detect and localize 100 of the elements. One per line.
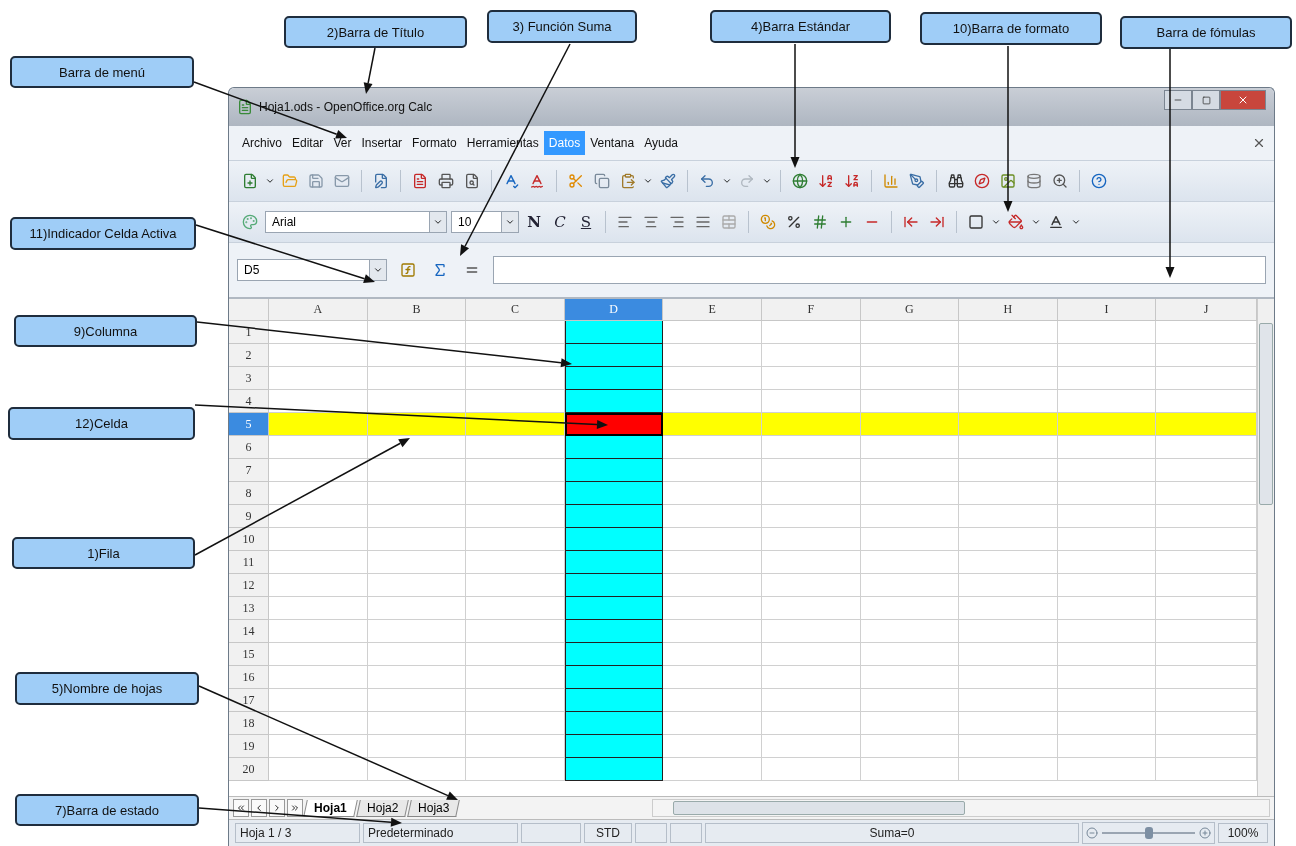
align-center-icon[interactable] [643,214,659,230]
menu-item[interactable]: Ventana [585,131,640,155]
caret-icon[interactable] [265,176,275,186]
merge-cells-icon[interactable] [721,214,737,230]
formula-input[interactable] [493,256,1266,284]
function-icon[interactable] [400,262,416,278]
caret-icon[interactable] [991,217,1001,227]
sort-ascending-icon[interactable] [818,173,834,189]
column-header[interactable]: F [761,299,861,321]
align-justify-icon[interactable] [695,214,711,230]
border-icon[interactable] [968,214,984,230]
horizontal-scrollbar[interactable] [652,799,1270,817]
row-header[interactable]: 11 [229,551,269,574]
row-header[interactable]: 7 [229,459,269,482]
menu-item[interactable]: Ayuda [639,131,683,155]
number-format-icon[interactable] [812,214,828,230]
caret-icon[interactable] [1071,217,1081,227]
row-header[interactable]: 6 [229,436,269,459]
autospell-icon[interactable] [529,173,545,189]
row-header[interactable]: 12 [229,574,269,597]
row-header[interactable]: 3 [229,367,269,390]
pen-icon[interactable] [909,173,925,189]
column-header[interactable]: B [367,299,467,321]
menu-item[interactable]: Archivo [237,131,287,155]
caret-icon[interactable] [1031,217,1041,227]
italic-button[interactable]: C [549,210,571,234]
name-box[interactable]: D5 [237,259,387,281]
paint-bucket-icon[interactable] [1008,214,1024,230]
caret-icon[interactable] [722,176,732,186]
image-icon[interactable] [1000,173,1016,189]
row-header[interactable]: 16 [229,666,269,689]
edit-file-icon[interactable] [373,173,389,189]
bold-button[interactable]: N [523,210,545,234]
corner-cell[interactable] [229,299,269,321]
column-header[interactable]: J [1156,299,1257,321]
coins-icon[interactable] [760,214,776,230]
column-header[interactable]: D [564,299,664,321]
row-header[interactable]: 17 [229,689,269,712]
spellcheck-icon[interactable] [503,173,519,189]
font-size-field[interactable]: 10 [451,211,519,233]
preview-icon[interactable] [464,173,480,189]
row-header[interactable]: 19 [229,735,269,758]
minimize-button[interactable] [1164,90,1192,110]
column-header[interactable]: A [269,299,368,321]
sheet-tab[interactable]: Hoja3 [407,799,461,817]
percent-icon[interactable] [786,214,802,230]
font-name-field[interactable]: Arial [265,211,447,233]
palette-icon[interactable] [242,214,258,230]
row-header[interactable]: 10 [229,528,269,551]
column-header[interactable]: H [959,299,1058,321]
vertical-scrollbar[interactable] [1257,299,1274,796]
sort-descending-icon[interactable] [844,173,860,189]
chart-icon[interactable] [883,173,899,189]
help-icon[interactable] [1091,173,1107,189]
row-header[interactable]: 8 [229,482,269,505]
last-sheet-button[interactable] [287,799,303,817]
row-header[interactable]: 5 [229,413,269,436]
first-sheet-button[interactable] [233,799,249,817]
binoculars-icon[interactable] [948,173,964,189]
sheet-tab[interactable]: Hoja1 [303,799,358,817]
zoom-icon[interactable] [1052,173,1068,189]
column-header[interactable]: G [860,299,960,321]
new-document-icon[interactable] [242,173,258,189]
sigma-icon[interactable] [432,262,448,278]
column-header[interactable]: I [1057,299,1157,321]
dropdown-button[interactable] [369,260,386,280]
save-icon[interactable] [308,173,324,189]
align-left-icon[interactable] [617,214,633,230]
compass-icon[interactable] [974,173,990,189]
row-header[interactable]: 13 [229,597,269,620]
caret-icon[interactable] [643,176,653,186]
row-header[interactable]: 15 [229,643,269,666]
menu-item[interactable]: Formato [407,131,462,155]
column-header[interactable]: E [663,299,762,321]
indent-increase-icon[interactable] [929,214,945,230]
underline-button[interactable]: S [575,210,597,234]
row-header[interactable]: 4 [229,390,269,413]
database-icon[interactable] [1026,173,1042,189]
menu-item[interactable]: Editar [287,131,329,155]
row-header[interactable]: 20 [229,758,269,781]
column-header[interactable]: C [466,299,565,321]
row-header[interactable]: 1 [229,321,269,344]
globe-icon[interactable] [792,173,808,189]
caret-icon[interactable] [762,176,772,186]
row-header[interactable]: 2 [229,344,269,367]
paste-icon[interactable] [620,173,636,189]
indent-decrease-icon[interactable] [903,214,919,230]
align-right-icon[interactable] [669,214,685,230]
undo-icon[interactable] [699,173,715,189]
copy-icon[interactable] [594,173,610,189]
plus-icon[interactable] [838,214,854,230]
mail-icon[interactable] [334,173,350,189]
menu-item[interactable]: Insertar [356,131,408,155]
font-color-icon[interactable] [1048,214,1064,230]
row-header[interactable]: 14 [229,620,269,643]
pdf-icon[interactable] [412,173,428,189]
printer-icon[interactable] [438,173,454,189]
menu-item[interactable]: Ver [328,131,357,155]
close-document-icon[interactable] [1252,136,1266,150]
previous-sheet-button[interactable] [251,799,267,817]
